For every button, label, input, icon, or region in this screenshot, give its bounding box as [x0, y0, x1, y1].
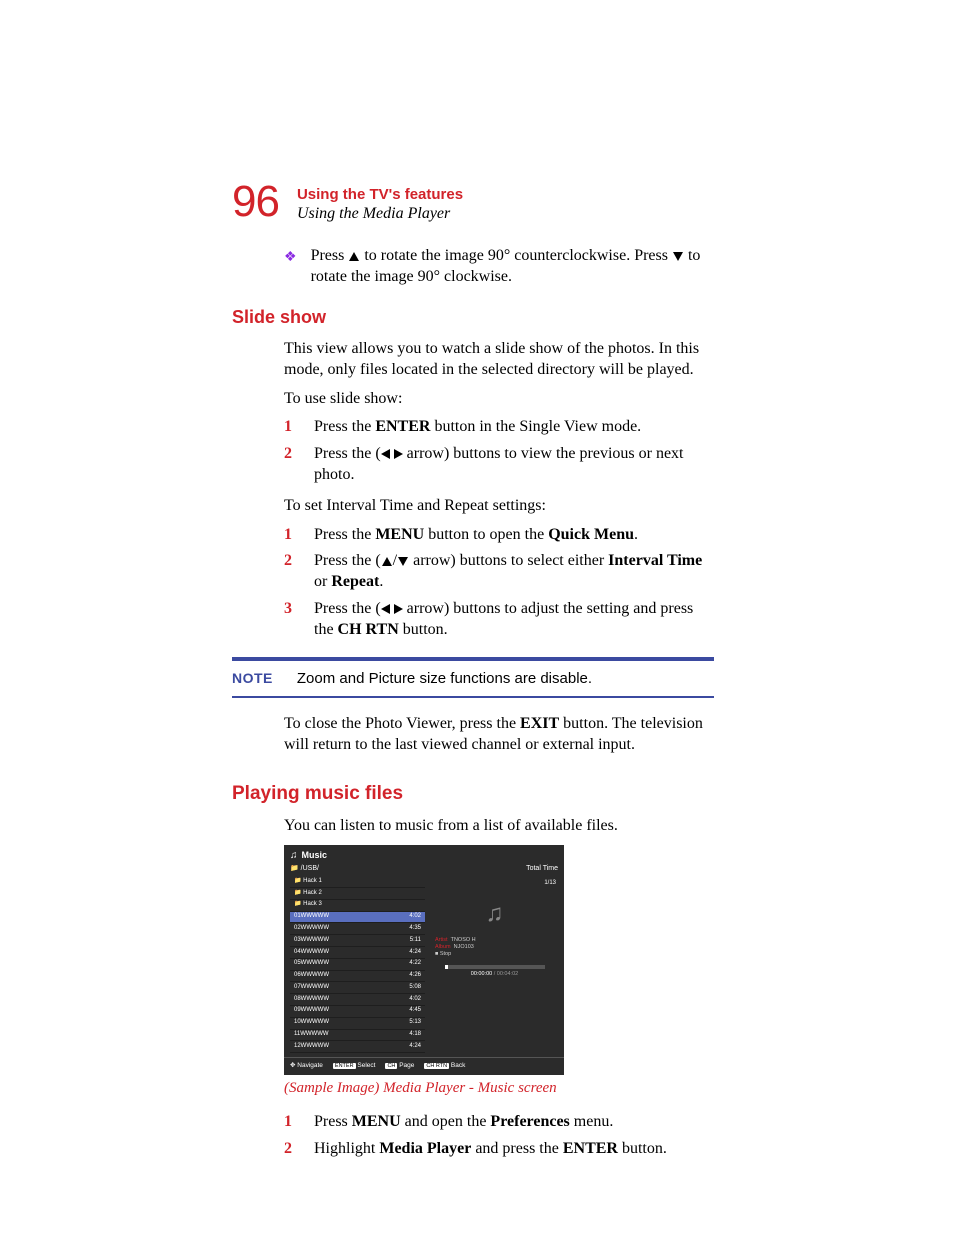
down-arrow-icon: [673, 252, 683, 261]
ms-track-list: 📁 Hack 1📁 Hack 2📁 Hack 301WWWWW4:0202WWW…: [290, 876, 425, 1053]
slideshow-set-label: To set Interval Time and Repeat settings…: [284, 496, 714, 517]
ms-track-row: 06WWWWW4:26: [290, 971, 425, 983]
ms-metadata: Artist TNOSO H Album NJO103 ■ Stop: [431, 937, 476, 958]
ms-title-bar: ♫ Music: [284, 845, 564, 864]
playing-steps: 1 Press MENU and open the Preferences me…: [284, 1112, 714, 1160]
heading-playing-music: Playing music files: [232, 782, 714, 807]
music-note-icon: ♫: [486, 898, 504, 929]
ms-track-row: 02WWWWW4:35: [290, 923, 425, 935]
bullet-rotate: ❖ Press to rotate the image 90° counterc…: [284, 246, 714, 288]
left-arrow-icon: [381, 604, 390, 614]
screenshot-caption: (Sample Image) Media Player - Music scre…: [284, 1079, 714, 1099]
ms-detail-pane: 1/13 ♫ Artist TNOSO H Album NJO103 ■ Sto…: [431, 876, 558, 1053]
section-title: Using the Media Player: [297, 205, 463, 223]
ms-track-row: 03WWWWW5:11: [290, 935, 425, 947]
navigate-icon: ✥ Navigate: [290, 1062, 323, 1070]
ms-track-row: 📁 Hack 3: [290, 900, 425, 912]
ms-time: 00:00:00 / 00:04:02: [471, 971, 518, 978]
up-arrow-icon: [349, 252, 359, 261]
music-player-screenshot: ♫ Music 📁 /USB/ Total Time 📁 Hack 1📁 Hac…: [284, 845, 564, 1074]
ms-track-row: 📁 Hack 2: [290, 888, 425, 900]
slideshow-use-label: To use slide show:: [284, 389, 714, 410]
list-item: 1 Press the MENU button to open the Quic…: [284, 525, 714, 546]
left-arrow-icon: [381, 449, 390, 459]
list-item: 1 Press MENU and open the Preferences me…: [284, 1112, 714, 1133]
ms-track-row: 10WWWWW5:13: [290, 1018, 425, 1030]
ms-track-row: 09WWWWW4:45: [290, 1006, 425, 1018]
note-block: NOTE Zoom and Picture size functions are…: [232, 657, 714, 699]
diamond-bullet-icon: ❖: [284, 249, 297, 267]
ms-track-row: 12WWWWW4:24: [290, 1041, 425, 1053]
slideshow-set-steps: 1 Press the MENU button to open the Quic…: [284, 525, 714, 641]
ms-counter: 1/13: [544, 880, 558, 894]
up-arrow-icon: [382, 557, 392, 566]
slideshow-intro: This view allows you to watch a slide sh…: [284, 339, 714, 381]
note-label: NOTE: [232, 669, 273, 687]
ms-progress-bar: [445, 965, 545, 969]
note-text: Zoom and Picture size functions are disa…: [297, 669, 592, 689]
playing-intro: You can listen to music from a list of a…: [284, 816, 714, 837]
close-viewer-para: To close the Photo Viewer, press the EXI…: [284, 714, 714, 756]
bullet-text: Press to rotate the image 90° counterclo…: [311, 246, 714, 288]
chapter-title: Using the TV's features: [297, 186, 463, 203]
ms-track-row: 📁 Hack 1: [290, 876, 425, 888]
ms-track-row: 07WWWWW5:08: [290, 982, 425, 994]
list-item: 2 Press the (/ arrow) buttons to select …: [284, 551, 714, 593]
heading-slideshow: Slide show: [232, 306, 714, 329]
ms-track-row: 11WWWWW4:18: [290, 1030, 425, 1042]
page: 96 Using the TV's features Using the Med…: [0, 0, 954, 1235]
ms-track-row: 05WWWWW4:22: [290, 959, 425, 971]
page-header: 96 Using the TV's features Using the Med…: [232, 180, 714, 224]
right-arrow-icon: [394, 604, 403, 614]
list-item: 2 Highlight Media Player and press the E…: [284, 1139, 714, 1160]
ms-track-row: 01WWWWW4:02: [290, 912, 425, 924]
right-arrow-icon: [394, 449, 403, 459]
ms-track-row: 04WWWWW4:24: [290, 947, 425, 959]
music-note-icon: ♫: [290, 849, 298, 862]
page-number: 96: [232, 180, 279, 224]
ms-footer: ✥ Navigate ENTER Select CH Page CH RTN B…: [284, 1057, 564, 1074]
slideshow-use-steps: 1 Press the ENTER button in the Single V…: [284, 417, 714, 485]
list-item: 1 Press the ENTER button in the Single V…: [284, 417, 714, 438]
content-area: ❖ Press to rotate the image 90° counterc…: [232, 246, 714, 1160]
ms-path: 📁 /USB/ Total Time: [284, 864, 564, 876]
list-item: 2 Press the ( arrow) buttons to view the…: [284, 444, 714, 486]
ms-track-row: 08WWWWW4:02: [290, 994, 425, 1006]
down-arrow-icon: [398, 557, 408, 566]
list-item: 3 Press the ( arrow) buttons to adjust t…: [284, 599, 714, 641]
